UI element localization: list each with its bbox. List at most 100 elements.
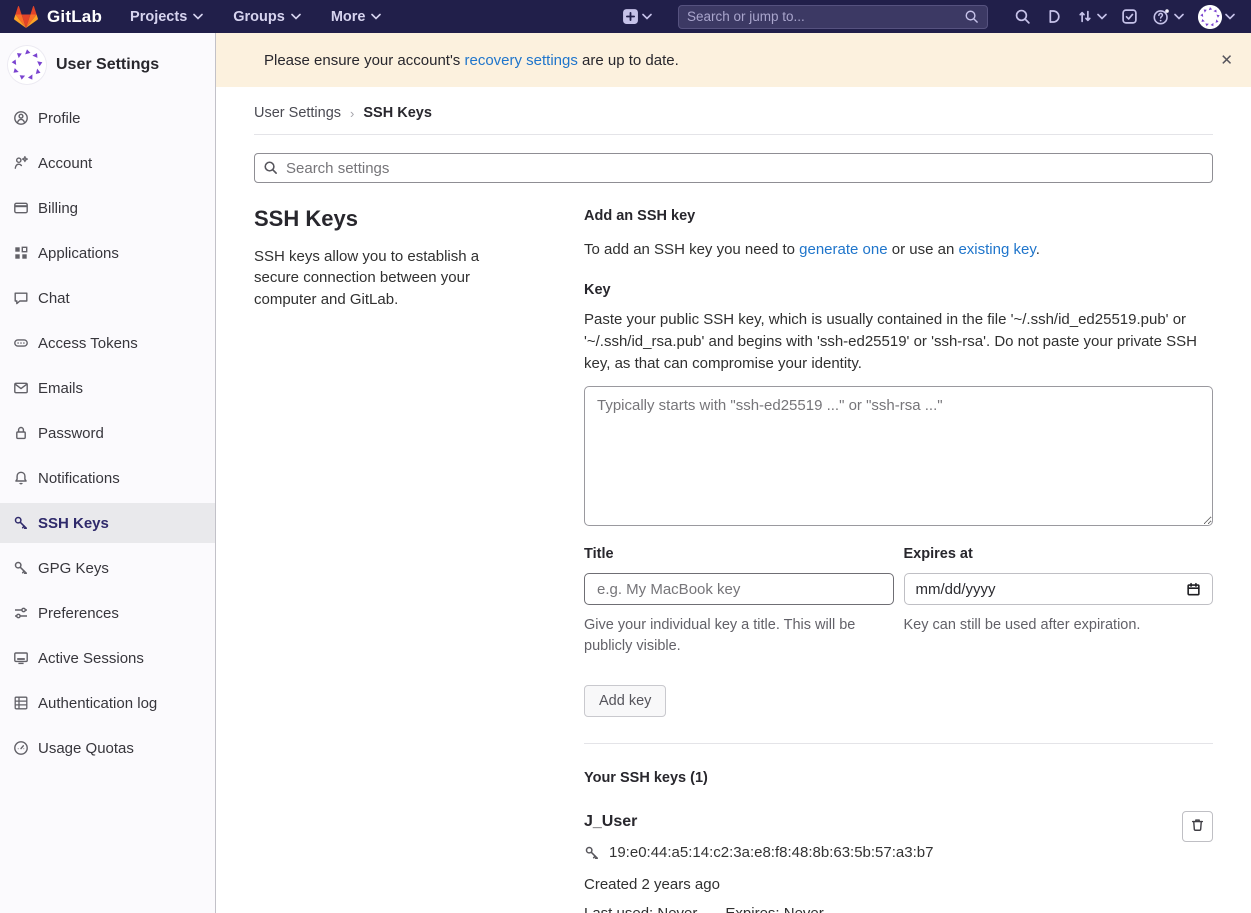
chevron-down-icon [371,13,381,20]
title-input[interactable] [584,573,894,605]
search-icon [263,160,278,180]
sidebar-item-label: SSH Keys [38,515,109,532]
add-key-button[interactable]: Add key [584,685,666,717]
sidebar-item-account[interactable]: Account [0,143,215,183]
search-button-icon[interactable] [1014,8,1031,25]
sidebar-item-access-tokens[interactable]: Access Tokens [0,323,215,363]
generate-one-link[interactable]: generate one [799,241,887,258]
key-help-text: Paste your public SSH key, which is usua… [584,309,1213,374]
title-help-text: Give your individual key a title. This w… [584,615,894,657]
sidebar-title: User Settings [56,56,159,74]
section-intro: SSH Keys SSH keys allow you to establish… [254,206,504,913]
breadcrumb-current: SSH Keys [363,105,432,121]
brand-name: GitLab [47,7,102,27]
sidebar-item-applications[interactable]: Applications [0,233,215,273]
user-settings-avatar [8,46,46,84]
log-table-icon [13,695,29,711]
keys-list-heading: Your SSH keys (1) [584,770,1213,786]
sidebar-item-notifications[interactable]: Notifications [0,458,215,498]
sidebar-item-active-sessions[interactable]: Active Sessions [0,638,215,678]
sidebar-item-authentication-log[interactable]: Authentication log [0,683,215,723]
sidebar-item-billing[interactable]: Billing [0,188,215,228]
apps-grid-icon [13,245,29,261]
title-label: Title [584,546,894,562]
sidebar-item-label: Access Tokens [38,335,138,352]
sidebar-item-emails[interactable]: Emails [0,368,215,408]
nav-menu-more[interactable]: More [331,9,382,25]
user-avatar [1198,5,1222,29]
nav-menu-groups[interactable]: Groups [233,9,301,25]
envelope-icon [13,380,29,396]
plus-square-icon [622,8,639,25]
gitlab-logo[interactable]: GitLab [14,5,102,29]
sidebar-item-label: Authentication log [38,695,157,712]
lock-icon [13,425,29,441]
token-pill-icon [13,335,29,351]
date-placeholder: mm/dd/yyyy [916,581,996,598]
key-created: Created 2 years ago [584,876,1213,893]
expires-at-input[interactable]: mm/dd/yyyy [904,573,1214,605]
title-field: Title Give your individual key a title. … [584,546,894,657]
chevron-down-icon [642,13,652,20]
alert-close-icon[interactable]: ✕ [1220,51,1233,69]
nav-menu-projects[interactable]: Projects [130,9,203,25]
divider [584,743,1213,744]
sidebar-header: User Settings [0,33,215,84]
global-search[interactable] [678,5,988,29]
sidebar-item-password[interactable]: Password [0,413,215,453]
user-menu[interactable] [1198,5,1235,29]
issues-icon[interactable] [1045,8,1062,25]
merge-requests-dropdown[interactable] [1076,8,1107,25]
alert-text-before: Please ensure your account's [264,52,464,69]
existing-key-link[interactable]: existing key [958,241,1035,258]
key-icon [584,845,600,861]
chat-bubble-icon [13,290,29,306]
ssh-key-textarea[interactable] [584,386,1213,526]
key-icon [13,560,29,576]
help-dropdown[interactable] [1152,8,1184,26]
global-search-input[interactable] [687,9,964,24]
key-expires: Expires: Never [725,905,823,913]
sidebar-item-label: Billing [38,200,78,217]
breadcrumb-separator-icon: › [350,106,354,121]
user-gear-icon [13,155,29,171]
chevron-down-icon [1097,13,1107,20]
recovery-settings-link[interactable]: recovery settings [464,52,577,69]
calendar-icon[interactable] [1186,582,1201,597]
breadcrumb: User Settings › SSH Keys [254,87,1213,135]
key-fingerprint: 19:e0:44:a5:14:c2:3a:e8:f8:48:8b:63:5b:5… [609,844,933,861]
delete-key-button[interactable] [1182,811,1213,842]
sidebar-item-label: Applications [38,245,119,262]
bell-icon [13,470,29,486]
recovery-alert: Please ensure your account's recovery se… [216,33,1251,87]
breadcrumb-parent[interactable]: User Settings [254,105,341,121]
expires-help-text: Key can still be used after expiration. [904,615,1214,636]
key-icon [13,515,29,531]
sidebar-item-label: Emails [38,380,83,397]
trash-icon [1190,817,1205,836]
todos-icon[interactable] [1121,8,1138,25]
top-navbar: GitLab Projects Groups More [0,0,1251,33]
form-section-title: Add an SSH key [584,208,1213,224]
expires-at-label: Expires at [904,546,1214,562]
monitor-icon [13,650,29,666]
sidebar-item-usage-quotas[interactable]: Usage Quotas [0,728,215,768]
sidebar-item-label: Usage Quotas [38,740,134,757]
page-title: SSH Keys [254,206,504,232]
sidebar-item-chat[interactable]: Chat [0,278,215,318]
sidebar-item-label: Preferences [38,605,119,622]
sidebar-item-preferences[interactable]: Preferences [0,593,215,633]
chevron-down-icon [1174,13,1184,20]
ssh-key-row: J_User 19:e0:44:a5:14:c2:3a:e8:f8:48:8b:… [584,813,1213,913]
sidebar-item-label: Profile [38,110,81,127]
settings-search-input[interactable] [254,153,1213,183]
alert-text-after: are up to date. [578,52,679,69]
sidebar-item-ssh-keys[interactable]: SSH Keys [0,503,215,543]
sidebar-item-label: Chat [38,290,70,307]
sidebar-item-label: GPG Keys [38,560,109,577]
expires-field: Expires at mm/dd/yyyy Key can still be u… [904,546,1214,657]
page-description: SSH keys allow you to establish a secure… [254,246,504,310]
sidebar-item-profile[interactable]: Profile [0,98,215,138]
sidebar-item-gpg-keys[interactable]: GPG Keys [0,548,215,588]
new-item-dropdown[interactable] [622,8,652,25]
